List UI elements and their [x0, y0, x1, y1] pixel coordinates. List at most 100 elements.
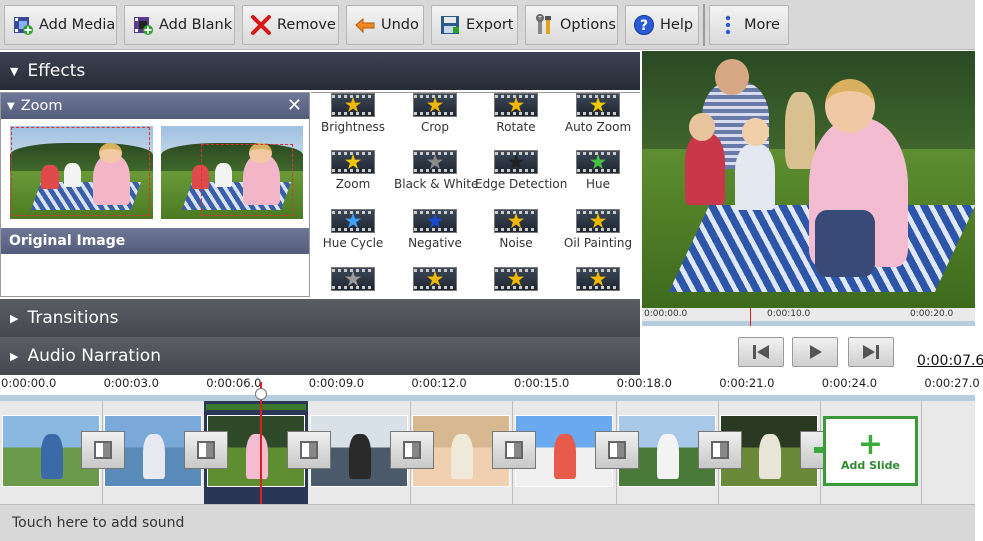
- zoom-end-selection[interactable]: [201, 144, 293, 216]
- expanded-triangle-icon: ▼: [10, 64, 19, 78]
- help-button[interactable]: ? Help: [625, 5, 699, 45]
- effect-label: Oil Painting: [563, 236, 633, 250]
- transition-button[interactable]: [698, 431, 742, 469]
- effect-tile[interactable]: ★: [475, 267, 557, 294]
- effect-thumbnail: ★: [576, 209, 620, 233]
- question-icon: ?: [632, 13, 656, 37]
- collapsed-triangle-icon: ▶: [10, 311, 19, 325]
- skip-back-button[interactable]: [738, 337, 784, 367]
- play-icon: [810, 345, 822, 359]
- add-blank-button[interactable]: Add Blank: [124, 5, 235, 45]
- skip-forward-button[interactable]: [848, 337, 894, 367]
- effect-tile[interactable]: ★ Brightness: [312, 93, 394, 134]
- save-icon: [438, 13, 462, 37]
- effect-thumbnail: ★: [413, 209, 457, 233]
- star-icon: ★: [588, 208, 608, 233]
- preview-cursor: [750, 308, 751, 326]
- effect-thumbnail: ★: [494, 209, 538, 233]
- effects-header-label: Effects: [27, 61, 86, 81]
- effect-tile[interactable]: ★ Rotate: [475, 93, 557, 134]
- export-label: Export: [466, 17, 514, 33]
- effect-tile[interactable]: ★ Zoom: [312, 150, 394, 191]
- effect-thumbnail: ★: [576, 93, 620, 117]
- effect-tile[interactable]: ★: [394, 267, 476, 294]
- effect-tile[interactable]: ★ Black & White: [394, 150, 478, 191]
- star-icon: ★: [343, 208, 363, 233]
- effect-thumbnail: ★: [413, 150, 457, 174]
- undo-button[interactable]: Undo: [346, 5, 424, 45]
- playhead-handle[interactable]: [255, 388, 267, 400]
- transition-button[interactable]: [287, 431, 331, 469]
- effects-panel-header[interactable]: ▼ Effects: [0, 52, 640, 90]
- preview-scrubber[interactable]: 0:00:00.0 0:00:10.0 0:00:20.0: [642, 308, 975, 326]
- timeline-tick-label: 0:00:21.0: [719, 376, 775, 390]
- slide-divider: [921, 401, 922, 504]
- effect-tile[interactable]: ★ Negative: [394, 209, 476, 250]
- play-button[interactable]: [792, 337, 838, 367]
- remove-button[interactable]: Remove: [242, 5, 339, 45]
- timeline-tick-label: 0:00:00.0: [1, 376, 57, 390]
- timeline-tick-label: 0:00:15.0: [514, 376, 570, 390]
- options-label: Options: [560, 17, 616, 33]
- zoom-title-bar: ▼ Zoom ✕: [1, 93, 309, 119]
- toolbar: Add Media Add Blank Remove Undo Export O…: [0, 0, 975, 50]
- options-button[interactable]: Options: [525, 5, 618, 45]
- undo-arrow-icon: [353, 13, 377, 37]
- audio-narration-panel-header[interactable]: ▶ Audio Narration: [0, 337, 640, 375]
- transition-button[interactable]: [184, 431, 228, 469]
- effect-tile[interactable]: ★ Crop: [394, 93, 476, 134]
- zoom-end-frame[interactable]: [161, 126, 303, 219]
- transition-button[interactable]: [390, 431, 434, 469]
- effect-thumbnail: ★: [331, 267, 375, 291]
- effect-tile[interactable]: ★: [557, 267, 639, 294]
- effect-thumbnail: ★: [494, 93, 538, 117]
- effect-tile[interactable]: ★ Auto Zoom: [557, 93, 639, 134]
- help-label: Help: [660, 17, 694, 33]
- effect-label: Hue: [585, 177, 610, 191]
- timeline-tick-label: 0:00:18.0: [616, 376, 672, 390]
- transition-icon: [300, 441, 318, 459]
- transition-icon: [403, 441, 421, 459]
- timeline-ruler[interactable]: 0:00:00.0 0:00:03.0 0:00:06.0 0:00:09.0 0:00…: [0, 375, 980, 401]
- preview-viewer[interactable]: [642, 51, 975, 308]
- timeline-tick-label: 0:00:03.0: [103, 376, 159, 390]
- add-media-label: Add Media: [39, 17, 116, 33]
- timeline-tick-label: 0:00:09.0: [308, 376, 365, 390]
- transition-icon: [197, 441, 215, 459]
- effect-tile[interactable]: ★ Hue Cycle: [312, 209, 394, 250]
- effect-label: Brightness: [321, 120, 385, 134]
- effect-tile[interactable]: ★ Hue: [557, 150, 639, 191]
- add-media-button[interactable]: Add Media: [4, 5, 117, 45]
- transition-icon: [711, 441, 729, 459]
- export-button[interactable]: Export: [431, 5, 518, 45]
- transition-button[interactable]: [492, 431, 536, 469]
- effect-label: Hue Cycle: [322, 236, 384, 250]
- more-button[interactable]: More: [709, 5, 789, 45]
- star-icon: ★: [425, 92, 445, 117]
- preview-scale-label: 0:00:10.0: [767, 309, 811, 319]
- zoom-start-selection[interactable]: [11, 127, 150, 216]
- effect-label: Zoom: [335, 177, 371, 191]
- effect-thumbnail: ★: [494, 150, 538, 174]
- add-sound-track[interactable]: Touch here to add sound: [0, 504, 975, 541]
- zoom-start-frame[interactable]: [10, 126, 153, 219]
- effect-tile[interactable]: ★ Oil Painting: [557, 209, 639, 250]
- star-icon: ★: [343, 92, 363, 117]
- transition-button[interactable]: [81, 431, 125, 469]
- star-icon: ★: [425, 208, 445, 233]
- toolbar-divider: [703, 4, 705, 46]
- effect-thumbnail: ★: [331, 209, 375, 233]
- close-icon[interactable]: ✕: [287, 95, 302, 116]
- skip-back-icon: [753, 345, 769, 359]
- more-label: More: [744, 17, 780, 33]
- effect-tile[interactable]: ★ Noise: [475, 209, 557, 250]
- transitions-panel-header[interactable]: ▶ Transitions: [0, 299, 640, 337]
- transition-button[interactable]: [595, 431, 639, 469]
- effect-tile[interactable]: ★: [312, 267, 394, 294]
- add-slide-button[interactable]: + Add Slide: [823, 416, 918, 486]
- selected-slide-effect-bar: [206, 404, 306, 410]
- transitions-header-label: Transitions: [27, 308, 119, 328]
- timeline-tick-label: 0:00:06.0: [206, 376, 262, 390]
- undo-label: Undo: [381, 17, 419, 33]
- effect-tile[interactable]: ★ Edge Detection: [475, 150, 567, 191]
